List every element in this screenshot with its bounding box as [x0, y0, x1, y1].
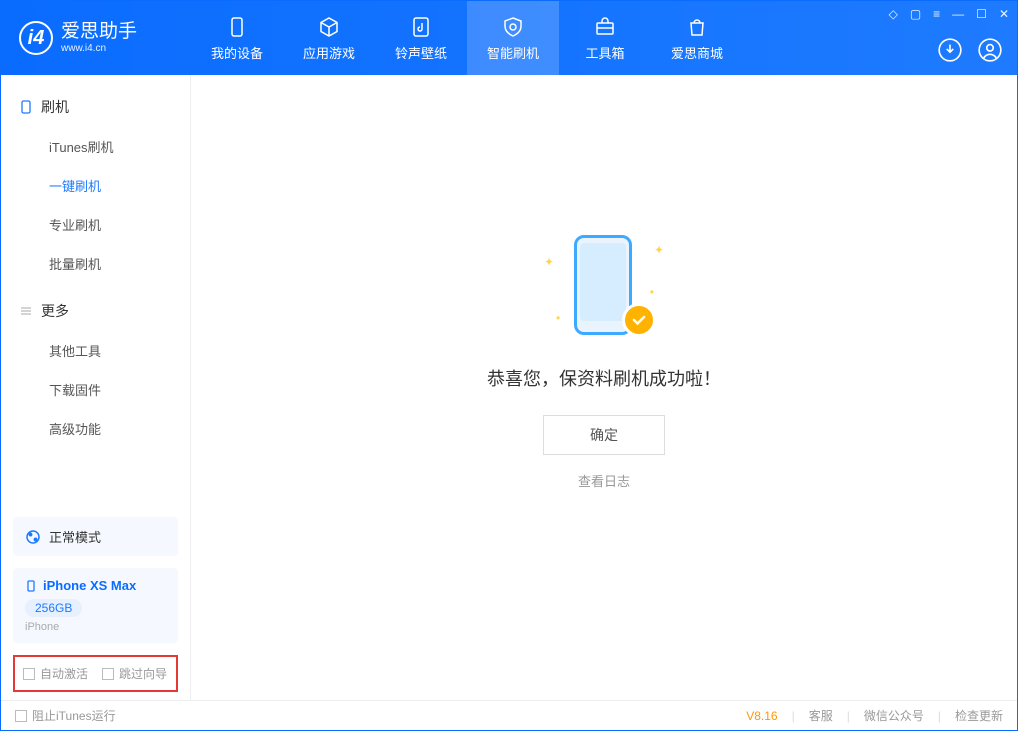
tab-label: 工具箱	[585, 43, 624, 62]
ok-button[interactable]: 确定	[543, 415, 665, 455]
device-name: iPhone XS Max	[43, 578, 136, 593]
shirt-icon[interactable]: ◇	[889, 7, 898, 21]
phone-screen-icon	[580, 243, 626, 321]
separator: |	[847, 709, 850, 723]
sidebar-item-other-tools[interactable]: 其他工具	[1, 331, 190, 370]
checkbox-block-itunes[interactable]: 阻止iTunes运行	[15, 707, 116, 724]
device-card[interactable]: iPhone XS Max 256GB iPhone	[13, 568, 178, 643]
separator: |	[938, 709, 941, 723]
sidebar-item-pro-flash[interactable]: 专业刷机	[1, 205, 190, 244]
spark-icon: •	[556, 311, 560, 325]
tab-label: 智能刷机	[487, 43, 539, 62]
section-title: 更多	[41, 301, 69, 321]
logo[interactable]: i4 爱思助手 www.i4.cn	[1, 21, 191, 55]
spark-icon: •	[650, 285, 654, 299]
app-name-en: www.i4.cn	[61, 43, 137, 54]
download-icon[interactable]	[937, 37, 963, 63]
checkmark-badge-icon	[622, 303, 656, 337]
tab-my-device[interactable]: 我的设备	[191, 1, 283, 75]
sidebar-item-download-firmware[interactable]: 下载固件	[1, 370, 190, 409]
tab-store[interactable]: 爱思商城	[651, 1, 743, 75]
tab-label: 我的设备	[211, 43, 263, 62]
minimize-icon[interactable]: —	[952, 7, 964, 21]
tab-ringtone-wallpaper[interactable]: 铃声壁纸	[375, 1, 467, 75]
checkbox-label: 阻止iTunes运行	[32, 707, 116, 724]
sidebar-item-advanced[interactable]: 高级功能	[1, 409, 190, 448]
cube-icon	[317, 15, 341, 39]
checkbox-box-icon	[15, 710, 27, 722]
success-illustration: ✦ ✦ • •	[544, 225, 664, 345]
success-message: 恭喜您，保资料刷机成功啦！	[487, 365, 721, 391]
device-storage-badge: 256GB	[25, 599, 82, 617]
user-icon[interactable]	[977, 37, 1003, 63]
checkbox-label: 跳过向导	[119, 665, 167, 682]
sidebar-item-batch-flash[interactable]: 批量刷机	[1, 244, 190, 283]
header-right-icons	[937, 37, 1003, 63]
footer-link-support[interactable]: 客服	[809, 707, 833, 724]
checkbox-box-icon	[23, 668, 35, 680]
main-content: ✦ ✦ • • 恭喜您，保资料刷机成功啦！ 确定 查看日志	[191, 75, 1017, 700]
sidebar-item-itunes-flash[interactable]: iTunes刷机	[1, 127, 190, 166]
phone-icon	[225, 15, 249, 39]
version-label: V8.16	[746, 709, 777, 723]
checkbox-skip-guide[interactable]: 跳过向导	[102, 665, 167, 682]
maximize-icon[interactable]: ☐	[976, 7, 987, 21]
sidebar-section-flash: 刷机	[1, 87, 190, 127]
checkbox-box-icon	[102, 668, 114, 680]
mode-icon	[25, 529, 41, 545]
mode-label: 正常模式	[49, 527, 101, 546]
header-tabs: 我的设备 应用游戏 铃声壁纸 智能刷机 工具箱 爱思商城	[191, 1, 743, 75]
footer-link-wechat[interactable]: 微信公众号	[864, 707, 924, 724]
flash-options-highlighted: 自动激活 跳过向导	[13, 655, 178, 692]
bag-icon	[685, 15, 709, 39]
header: i4 爱思助手 www.i4.cn 我的设备 应用游戏 铃声壁纸 智能刷机 工具…	[1, 1, 1017, 75]
device-type: iPhone	[25, 621, 166, 633]
tab-label: 爱思商城	[671, 43, 723, 62]
device-icon	[19, 100, 33, 114]
tab-smart-flash[interactable]: 智能刷机	[467, 1, 559, 75]
sidebar-item-oneclick-flash[interactable]: 一键刷机	[1, 166, 190, 205]
close-icon[interactable]: ✕	[999, 7, 1009, 21]
music-file-icon	[409, 15, 433, 39]
toolbox-icon	[593, 15, 617, 39]
tab-label: 应用游戏	[303, 43, 355, 62]
spark-icon: ✦	[544, 255, 554, 269]
tab-apps-games[interactable]: 应用游戏	[283, 1, 375, 75]
window-controls: ◇ ▢ ≡ — ☐ ✕	[889, 7, 1009, 21]
sidebar: 刷机 iTunes刷机 一键刷机 专业刷机 批量刷机 更多 其他工具 下载固件 …	[1, 75, 191, 700]
footer-link-update[interactable]: 检查更新	[955, 707, 1003, 724]
view-log-link[interactable]: 查看日志	[578, 471, 630, 490]
menu-icon[interactable]: ≡	[933, 7, 940, 21]
section-title: 刷机	[41, 97, 69, 117]
tab-toolbox[interactable]: 工具箱	[559, 1, 651, 75]
refresh-shield-icon	[501, 15, 525, 39]
footer: 阻止iTunes运行 V8.16 | 客服 | 微信公众号 | 检查更新	[1, 700, 1017, 730]
layout-icon[interactable]: ▢	[910, 7, 921, 21]
app-name-cn: 爱思助手	[61, 22, 137, 43]
checkbox-label: 自动激活	[40, 665, 88, 682]
phone-small-icon	[25, 580, 37, 592]
device-mode-card[interactable]: 正常模式	[13, 517, 178, 556]
spark-icon: ✦	[654, 243, 664, 257]
list-icon	[19, 304, 33, 318]
logo-icon: i4	[19, 21, 53, 55]
checkbox-auto-activate[interactable]: 自动激活	[23, 665, 88, 682]
separator: |	[792, 709, 795, 723]
sidebar-section-more: 更多	[1, 291, 190, 331]
tab-label: 铃声壁纸	[395, 43, 447, 62]
